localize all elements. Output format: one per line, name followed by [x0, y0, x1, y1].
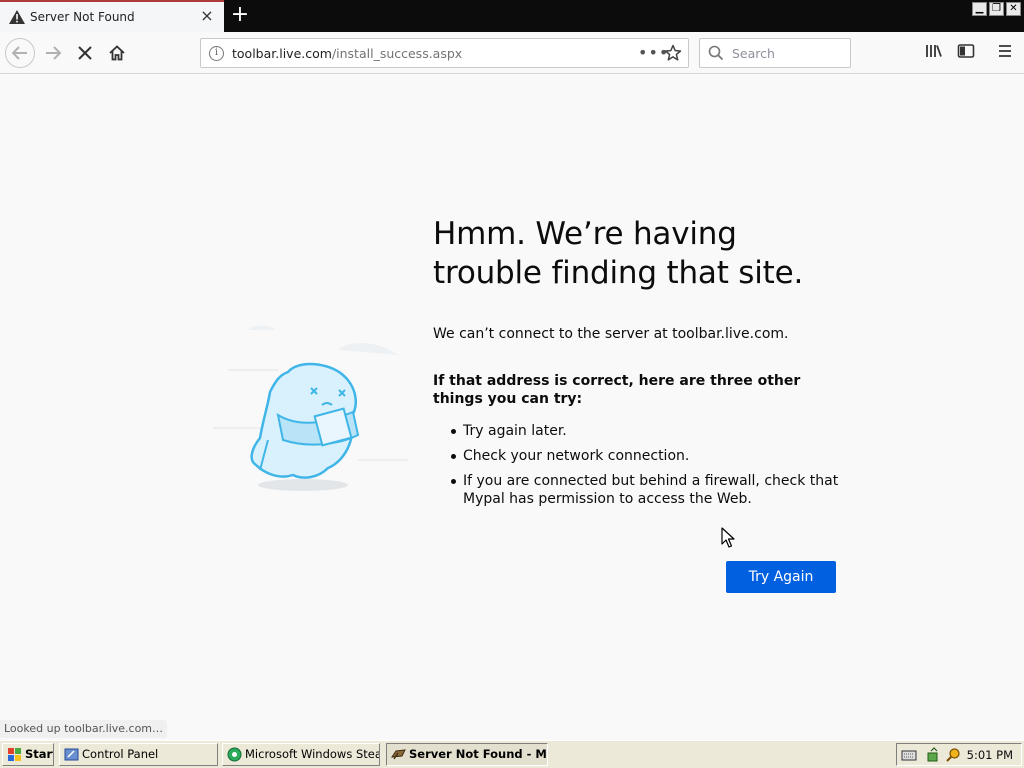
- suggestion-item: If you are connected but behind a firewa…: [433, 472, 843, 508]
- address-bar[interactable]: i toolbar.live.com/install_success.aspx …: [200, 38, 689, 68]
- tab-server-not-found[interactable]: Server Not Found ×: [0, 0, 224, 32]
- stop-icon: [78, 46, 92, 60]
- minimize-button[interactable]: ▁: [972, 2, 987, 16]
- tab-title: Server Not Found: [30, 10, 135, 24]
- bookmark-star-icon[interactable]: [664, 44, 682, 62]
- menu-icon[interactable]: [997, 43, 1013, 59]
- error-hint: If that address is correct, here are thr…: [433, 373, 801, 407]
- url-text: toolbar.live.com/install_success.aspx: [232, 46, 462, 61]
- error-illustration: [213, 325, 408, 491]
- control-panel-icon: [64, 748, 79, 761]
- forward-arrow-icon: [46, 46, 61, 60]
- taskbar: Start Control Panel Microsoft Windows St…: [0, 740, 1024, 768]
- system-tray: 5:01 PM: [896, 743, 1022, 766]
- taskbar-label: Control Panel: [82, 747, 159, 761]
- library-icon[interactable]: [925, 43, 943, 59]
- taskbar-label: Server Not Found - M…: [409, 747, 548, 761]
- mouse-cursor-icon: [721, 527, 735, 548]
- search-box[interactable]: Search: [699, 38, 851, 68]
- error-heading: Hmm. We’re having trouble finding that s…: [433, 216, 804, 291]
- sidebar-icon[interactable]: [957, 43, 975, 59]
- browser-app-icon: [391, 749, 406, 760]
- steam-app-icon: [227, 747, 242, 762]
- tab-strip: Server Not Found × + ▁ ❐ ✕: [0, 0, 1024, 32]
- taskbar-label: Microsoft Windows Stea…: [245, 747, 380, 761]
- restore-button[interactable]: ❐: [989, 2, 1004, 16]
- keyboard-icon[interactable]: [901, 748, 917, 762]
- windows-logo-icon: [8, 748, 21, 761]
- url-host: toolbar.live.com: [232, 46, 332, 61]
- error-description: We can’t connect to the server at toolba…: [433, 326, 789, 342]
- search-placeholder: Search: [732, 46, 775, 61]
- url-path: /install_success.aspx: [331, 46, 463, 61]
- navigation-toolbar: i toolbar.live.com/install_success.aspx …: [0, 32, 1024, 74]
- taskbar-item-windows-steam[interactable]: Microsoft Windows Stea…: [222, 743, 380, 766]
- error-message: Hmm. We’re having trouble finding that s…: [433, 215, 853, 515]
- try-again-button[interactable]: Try Again: [726, 561, 836, 593]
- window-controls: ▁ ❐ ✕: [972, 2, 1021, 16]
- search-tray-icon[interactable]: [945, 747, 961, 763]
- suggestion-list: Try again later. Check your network conn…: [433, 422, 843, 508]
- warning-icon: [9, 10, 25, 24]
- network-icon[interactable]: [927, 747, 943, 763]
- new-tab-button[interactable]: +: [228, 4, 252, 28]
- suggestion-item: Check your network connection.: [433, 447, 843, 465]
- forward-button[interactable]: [38, 38, 68, 68]
- close-window-button[interactable]: ✕: [1006, 2, 1021, 16]
- site-info-icon[interactable]: i: [209, 46, 224, 61]
- suggestion-item: Try again later.: [433, 422, 843, 440]
- start-label: Start: [25, 747, 53, 761]
- back-button[interactable]: [5, 38, 35, 68]
- back-arrow-icon: [12, 46, 27, 60]
- start-button[interactable]: Start: [2, 743, 54, 766]
- home-button[interactable]: [102, 38, 132, 68]
- search-icon: [708, 45, 724, 61]
- taskbar-item-control-panel[interactable]: Control Panel: [59, 743, 218, 766]
- clock: 5:01 PM: [966, 748, 1013, 762]
- status-bar: Looked up toolbar.live.com…: [0, 720, 168, 738]
- stop-button[interactable]: [70, 38, 100, 68]
- close-tab-icon[interactable]: ×: [200, 8, 214, 24]
- error-page: Hmm. We’re having trouble finding that s…: [0, 75, 1024, 740]
- home-icon: [109, 45, 125, 61]
- taskbar-item-server-not-found[interactable]: Server Not Found - M…: [386, 743, 548, 766]
